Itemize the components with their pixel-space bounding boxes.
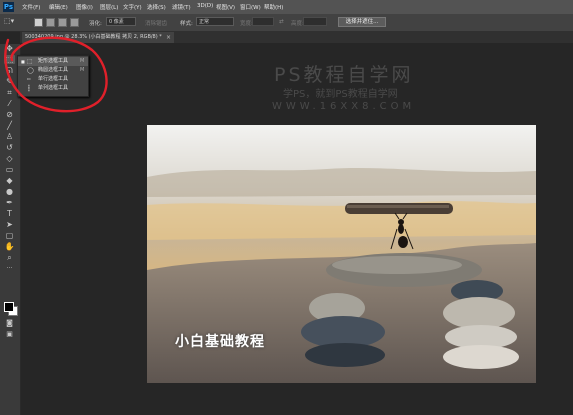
move-tool-icon[interactable]: ✥ <box>4 44 15 53</box>
options-bar: ⬚▾ 羽化: 0 像素 消除锯齿 样式: 正常 宽度: ⇄ 高度: 选择并遮住.… <box>0 14 573 32</box>
history-brush-tool-icon[interactable]: ↺ <box>4 143 15 152</box>
ellipse-marquee-icon: ◯ <box>27 67 34 74</box>
foreground-color-swatch[interactable] <box>4 302 14 312</box>
photo-caption-text: 小白基础教程 <box>175 334 265 350</box>
flyout-item-single-column-marquee[interactable]: ┇ 单列选框工具 <box>18 84 88 93</box>
marquee-preset-icon[interactable]: ⬚▾ <box>4 17 14 25</box>
pen-tool-icon[interactable]: ✒ <box>4 198 15 207</box>
menu-image[interactable]: 图像(I) <box>76 3 93 11</box>
flyout-item-single-row-marquee[interactable]: ┅ 单行选框工具 <box>18 75 88 84</box>
antialias-checkbox-label[interactable]: 消除锯齿 <box>145 19 167 27</box>
healing-brush-tool-icon[interactable]: ⊘ <box>4 110 15 119</box>
menu-type[interactable]: 文字(Y) <box>123 3 142 11</box>
flyout-item-rectangular-marquee[interactable]: ■ ⬚ 矩形选框工具 M <box>18 57 88 66</box>
rect-marquee-icon: ⬚ <box>27 58 33 65</box>
hand-tool-icon[interactable]: ✋ <box>4 242 15 251</box>
quick-select-tool-icon[interactable]: ✎ <box>4 77 15 86</box>
width-label: 宽度: <box>240 21 253 27</box>
path-select-tool-icon[interactable]: ➤ <box>4 220 15 229</box>
intersect-selection-icon[interactable] <box>70 18 79 27</box>
single-column-icon: ┇ <box>27 85 31 92</box>
eyedropper-tool-icon[interactable]: ⁄ <box>4 99 15 108</box>
width-input[interactable] <box>252 17 274 26</box>
feather-input[interactable]: 0 像素 <box>106 17 136 26</box>
menu-view[interactable]: 视图(V) <box>216 3 235 11</box>
watermark-subtitle: 学PS，就到PS教程自学网 <box>283 89 398 100</box>
marquee-tool-icon[interactable]: ⬚ <box>4 55 15 64</box>
menu-layer[interactable]: 图层(L) <box>100 3 118 11</box>
close-icon[interactable]: × <box>166 32 171 43</box>
watermark-url: WWW.16XX8.COM <box>272 101 416 112</box>
swap-icon[interactable]: ⇄ <box>279 19 284 25</box>
feather-label: 羽化: <box>89 21 102 27</box>
crop-tool-icon[interactable]: ⌗ <box>4 88 15 97</box>
menu-edit[interactable]: 编辑(E) <box>49 3 68 11</box>
menu-bar: Ps 文件(F) 编辑(E) 图像(I) 图层(L) 文字(Y) 选择(S) 滤… <box>0 0 573 14</box>
document-tab[interactable]: 500340209.jpg @ 28.3% (小白基础教程 拷贝 2, RGB/… <box>22 32 174 43</box>
screen-mode-icon[interactable]: ▣ <box>4 330 15 339</box>
style-select[interactable]: 正常 <box>196 17 234 26</box>
flyout-item-label: 单行选框工具 <box>38 76 69 82</box>
lasso-tool-icon[interactable]: ᘏ <box>4 66 15 75</box>
eraser-tool-icon[interactable]: ◇ <box>4 154 15 163</box>
flyout-item-elliptical-marquee[interactable]: ◯ 椭圆选框工具 M <box>18 66 88 75</box>
flyout-item-label: 矩形选框工具 <box>38 58 69 64</box>
style-label: 样式: <box>180 21 193 27</box>
selected-dot-icon: ■ <box>21 59 25 64</box>
tools-panel: ✥ ⬚ ᘏ ✎ ⌗ ⁄ ⊘ ╱ ♙ ↺ ◇ ▭ ◆ ● ✒ T ➤ ▢ ✋ ⌕ … <box>0 44 21 415</box>
brush-tool-icon[interactable]: ╱ <box>4 121 15 130</box>
menu-help[interactable]: 帮助(H) <box>264 3 283 11</box>
menu-3d[interactable]: 3D(D) <box>197 3 213 9</box>
marquee-tool-flyout: ■ ⬚ 矩形选框工具 M ◯ 椭圆选框工具 M ┅ 单行选框工具 ┇ 单列选框工… <box>17 55 89 97</box>
more-tools-icon[interactable]: ··· <box>4 264 15 273</box>
select-and-mask-button[interactable]: 选择并遮住... <box>338 17 386 27</box>
watermark-title: PS教程自学网 <box>274 64 414 86</box>
type-tool-icon[interactable]: T <box>4 209 15 218</box>
menu-filter[interactable]: 滤镜(T) <box>172 3 191 11</box>
shape-tool-icon[interactable]: ▢ <box>4 231 15 240</box>
blur-tool-icon[interactable]: ◆ <box>4 176 15 185</box>
add-selection-icon[interactable] <box>46 18 55 27</box>
dodge-tool-icon[interactable]: ● <box>4 187 15 196</box>
flyout-item-label: 椭圆选框工具 <box>38 67 69 73</box>
quick-mask-icon[interactable]: ◙ <box>4 319 15 328</box>
menu-file[interactable]: 文件(F) <box>22 3 40 11</box>
flyout-item-shortcut: M <box>80 67 85 73</box>
menu-window[interactable]: 窗口(W) <box>240 3 261 11</box>
subtract-selection-icon[interactable] <box>58 18 67 27</box>
document-tab-bar: 500340209.jpg @ 28.3% (小白基础教程 拷贝 2, RGB/… <box>20 31 573 43</box>
single-row-icon: ┅ <box>27 76 31 83</box>
document-tab-title: 500340209.jpg @ 28.3% (小白基础教程 拷贝 2, RGB/… <box>25 34 162 40</box>
flyout-item-label: 单列选框工具 <box>38 85 69 91</box>
new-selection-icon[interactable] <box>34 18 43 27</box>
height-input[interactable] <box>303 17 327 26</box>
document-canvas-image[interactable]: 小白基础教程 <box>147 125 536 383</box>
clone-stamp-tool-icon[interactable]: ♙ <box>4 132 15 141</box>
flyout-item-shortcut: M <box>80 58 85 64</box>
photoshop-logo: Ps <box>3 2 14 12</box>
menu-select[interactable]: 选择(S) <box>147 3 166 11</box>
gradient-tool-icon[interactable]: ▭ <box>4 165 15 174</box>
zoom-tool-icon[interactable]: ⌕ <box>4 253 15 262</box>
height-label: 高度: <box>291 21 304 27</box>
